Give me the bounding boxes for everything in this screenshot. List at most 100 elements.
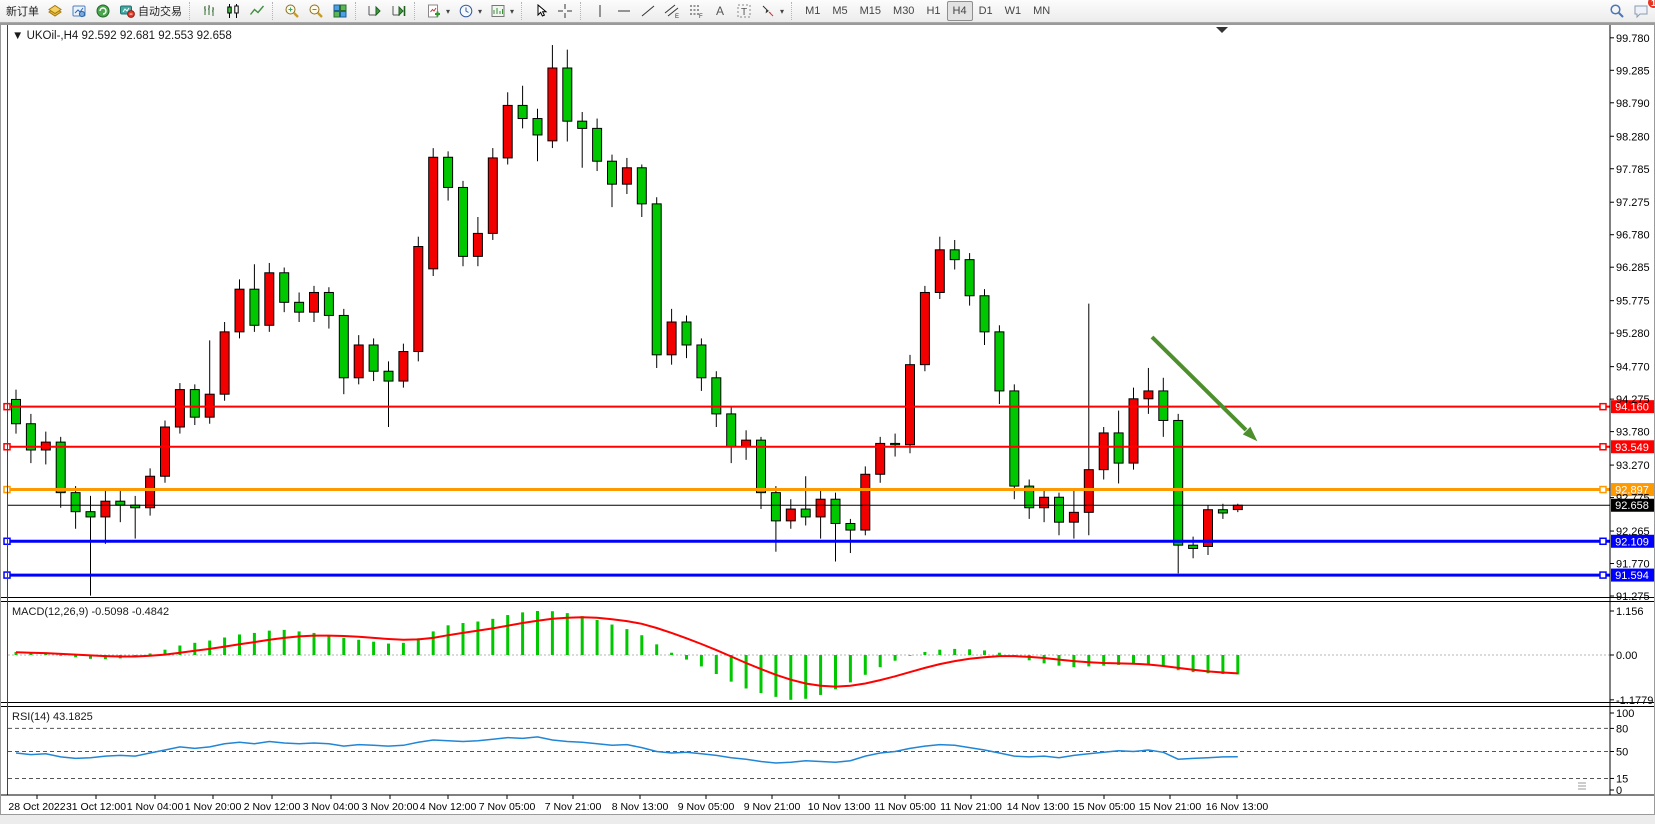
time-axis-label: 15 Nov 05:00 (1073, 801, 1136, 813)
text-label-tool-button[interactable]: T (732, 1, 756, 21)
chart-canvas[interactable]: 94.16093.54992.89792.10991.59492.65899.7… (0, 23, 1655, 824)
vertical-line-tool-button[interactable] (588, 1, 612, 21)
price-axis-label: 98.790 (1616, 98, 1650, 110)
zoom-out-button[interactable] (304, 1, 328, 21)
trendline-tool-button[interactable] (636, 1, 660, 21)
fibonacci-tool-button[interactable]: F (684, 1, 708, 21)
zoom-in-icon (284, 3, 300, 19)
candle-body (771, 493, 780, 521)
candle-body (831, 499, 840, 523)
hline-right-handle[interactable] (1600, 572, 1606, 578)
candle-body (518, 105, 527, 118)
market-watch-button[interactable] (43, 1, 67, 21)
price-axis-label: 92.265 (1616, 526, 1650, 538)
timeframe-h4-button[interactable]: H4 (947, 1, 973, 21)
candle-body (339, 315, 348, 377)
time-axis-label: 16 Nov 13:00 (1206, 801, 1269, 813)
bar-chart-button[interactable] (197, 1, 221, 21)
indicators-button[interactable]: ▾ (422, 1, 454, 21)
candle-body (1218, 510, 1227, 513)
time-axis-label: 1 Nov 04:00 (127, 801, 184, 813)
text-label-icon: T (736, 3, 752, 19)
hline-right-handle[interactable] (1600, 404, 1606, 410)
periods-button[interactable]: ▾ (454, 1, 486, 21)
candle-body (71, 493, 80, 512)
equidistant-channel-tool-button[interactable]: E (660, 1, 684, 21)
time-axis-label: 31 Oct 12:00 (66, 801, 126, 813)
periods-clock-icon (458, 3, 474, 19)
rsi-axis-label: 50 (1616, 747, 1628, 759)
cursor-tool-button[interactable] (529, 1, 553, 21)
candle-body (935, 250, 944, 293)
terminal-button[interactable] (91, 1, 115, 21)
horizontal-line-tool-button[interactable] (612, 1, 636, 21)
candlestick-chart-button[interactable] (221, 1, 245, 21)
price-axis-label: 97.785 (1616, 164, 1650, 176)
timeframe-h1-button[interactable]: H1 (920, 1, 946, 21)
time-axis-label: 8 Nov 13:00 (612, 801, 669, 813)
auto-scroll-button[interactable] (363, 1, 387, 21)
candle-body (1144, 391, 1153, 399)
templates-dropdown-icon[interactable]: ▾ (510, 7, 514, 16)
zoom-in-button[interactable] (280, 1, 304, 21)
line-chart-icon (249, 3, 265, 19)
hline-right-handle[interactable] (1600, 444, 1606, 450)
time-axis-label: 10 Nov 13:00 (808, 801, 871, 813)
line-chart-button[interactable] (245, 1, 269, 21)
new-order-button[interactable]: 新订单 (2, 1, 43, 21)
timeframe-m30-button[interactable]: M30 (887, 1, 920, 21)
hline-right-handle[interactable] (1600, 538, 1606, 544)
toolbar-separator (521, 2, 526, 20)
price-axis-label: 94.275 (1616, 394, 1650, 406)
timeframe-m1-button[interactable]: M1 (799, 1, 826, 21)
candle-body (861, 474, 870, 530)
crosshair-icon (557, 3, 573, 19)
candle-body (384, 371, 393, 381)
candle-body (295, 302, 304, 312)
autotrading-button[interactable]: 自动交易 (115, 1, 186, 21)
candle-body (1040, 497, 1049, 508)
time-axis-label: 7 Nov 21:00 (545, 801, 602, 813)
price-axis-label: 98.280 (1616, 131, 1650, 143)
toolbar-separator (355, 2, 360, 20)
candle-body (652, 204, 661, 355)
templates-button[interactable]: ▾ (486, 1, 518, 21)
toolbar-separator (189, 2, 194, 20)
candle-body (146, 476, 155, 508)
timeframe-w1-button[interactable]: W1 (999, 1, 1028, 21)
price-axis-label: 95.280 (1616, 328, 1650, 340)
equidistant-channel-icon: E (664, 3, 680, 19)
rsi-axis-label: 0 (1616, 785, 1622, 797)
timeframe-d1-button[interactable]: D1 (973, 1, 999, 21)
timeframe-m15-button[interactable]: M15 (854, 1, 887, 21)
time-axis-label: 11 Nov 21:00 (940, 801, 1002, 813)
timeframe-m5-button[interactable]: M5 (826, 1, 853, 21)
candle-body (1055, 497, 1064, 522)
price-axis-label: 93.780 (1616, 427, 1650, 439)
bar-chart-icon (201, 3, 217, 19)
candle-body (1174, 420, 1183, 545)
rsi-axis-label: 15 (1616, 773, 1628, 785)
arrows-tool-button[interactable]: ▾ (756, 1, 788, 21)
arrows-dropdown-icon[interactable]: ▾ (780, 7, 784, 16)
timeframe-mn-button[interactable]: MN (1027, 1, 1056, 21)
search-icon (1609, 3, 1625, 19)
crosshair-tool-button[interactable] (553, 1, 577, 21)
indicators-icon (426, 3, 442, 19)
candle-body (980, 296, 989, 332)
svg-text:F: F (699, 14, 703, 19)
templates-icon (490, 3, 506, 19)
text-tool-button[interactable]: A (708, 1, 732, 21)
autotrading-icon (119, 3, 135, 19)
candle-body (116, 501, 125, 505)
search-button[interactable] (1605, 1, 1629, 21)
price-axis-label: 99.285 (1616, 65, 1650, 77)
indicators-dropdown-icon[interactable]: ▾ (446, 7, 450, 16)
candle-body (801, 509, 810, 517)
tile-windows-button[interactable] (328, 1, 352, 21)
hline-right-handle[interactable] (1600, 487, 1606, 493)
chart-shift-button[interactable] (387, 1, 411, 21)
candle-body (488, 158, 497, 233)
navigator-button[interactable] (67, 1, 91, 21)
periods-dropdown-icon[interactable]: ▾ (478, 7, 482, 16)
